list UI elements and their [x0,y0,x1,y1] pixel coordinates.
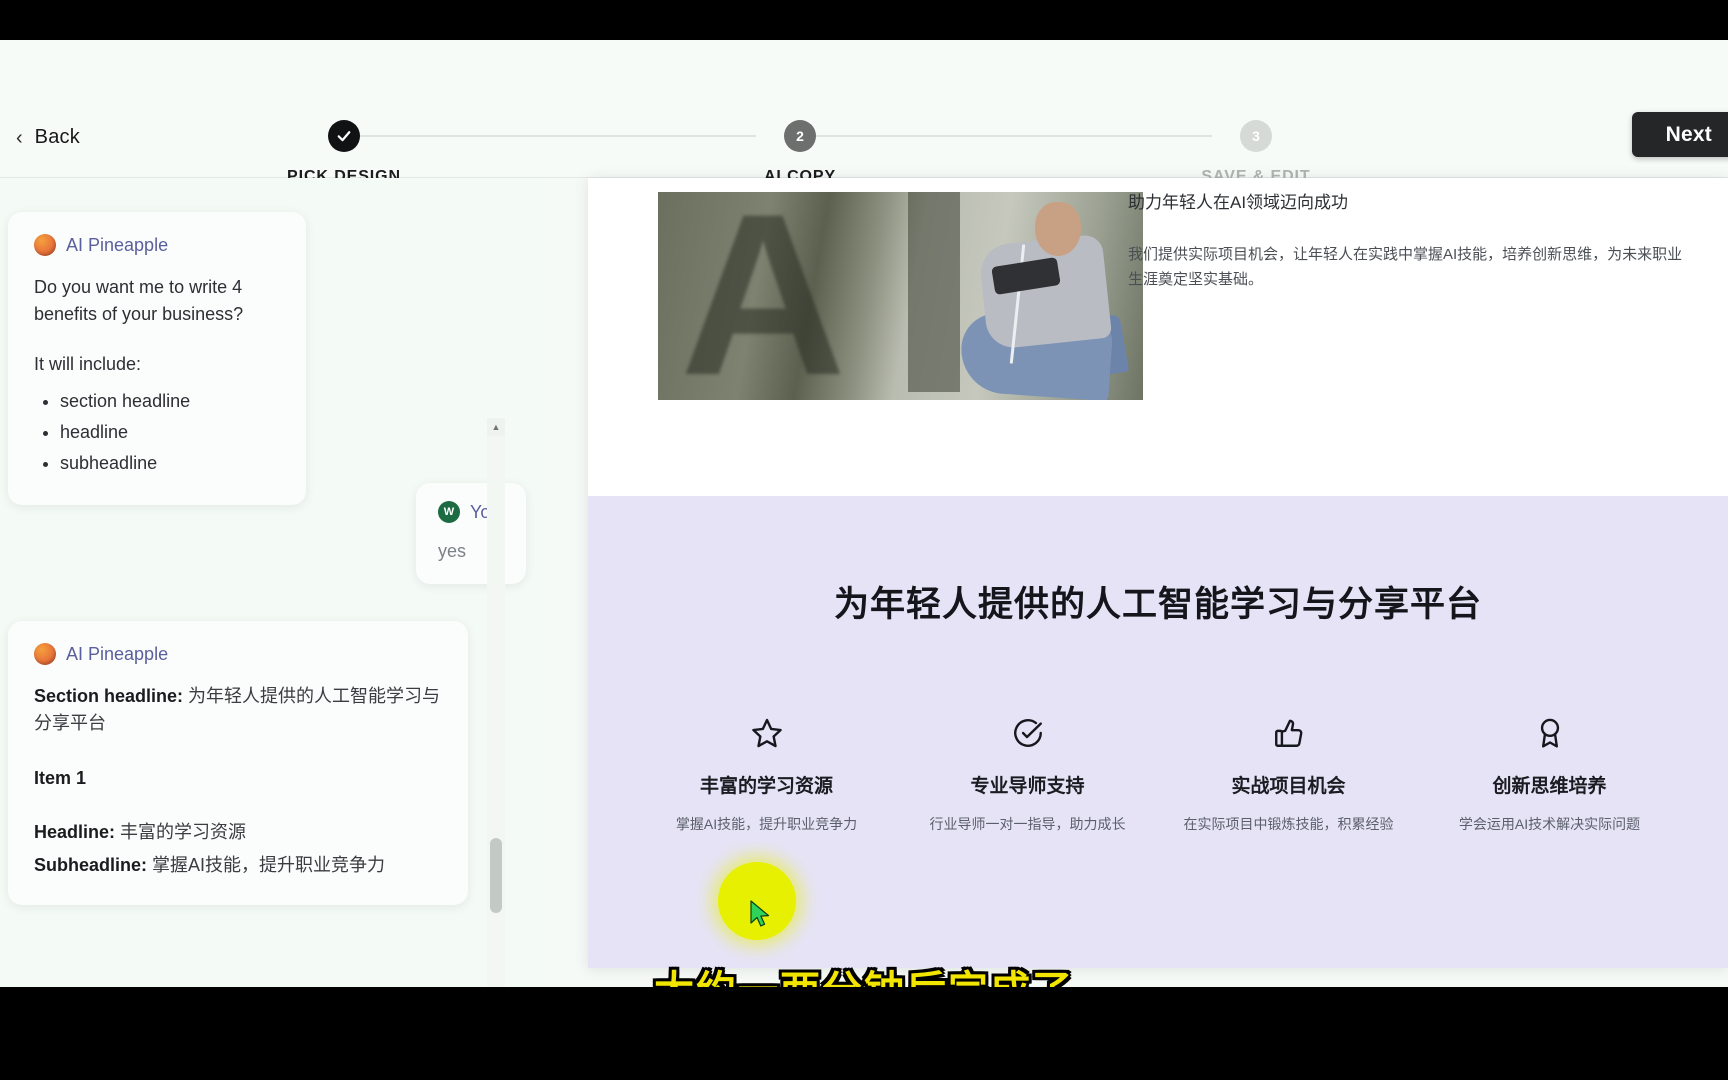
feature-headline: 实战项目机会 [1231,776,1346,797]
message-sender: AI Pineapple [34,643,442,665]
hero-copy: 助力年轻人在AI领域迈向成功 我们提供实际项目机会，让年轻人在实践中掌握AI技能… [1128,190,1688,293]
chat-panel: AI Pineapple Do you want me to write 4 b… [0,178,542,987]
chevron-left-icon: ‹ [16,126,23,149]
feature-item-4[interactable]: 创新思维培养 学会运用AI技术解决实际问题 [1431,711,1669,836]
item-1-label: Item 1 [34,767,87,788]
ai-question-text: Do you want me to write 4 benefits of yo… [34,277,244,324]
app-header: ‹ Back PICK DESIGN 2 AI COPY 3 SAVE & ED… [0,40,1728,185]
list-item: subheadline [60,448,280,479]
screen-root: ‹ Back PICK DESIGN 2 AI COPY 3 SAVE & ED… [0,0,1728,1080]
chat-message-ai-2: AI Pineapple Section headline: 为年轻人提供的人工… [8,621,468,906]
landing-page-preview[interactable]: A 助力年轻人在AI领域迈向成功 我们提供实际项目机会，让年轻人在实践中掌握AI… [588,178,1728,968]
headline-row: Headline: 丰富的学习资源 [34,819,442,846]
hero-paragraph: 我们提供实际项目机会，让年轻人在实践中掌握AI技能，培养创新思维，为未来职业生涯… [1128,245,1683,289]
ai-include-list: section headline headline subheadline [34,386,280,479]
chat-message-ai-1: AI Pineapple Do you want me to write 4 b… [8,212,306,505]
check-circle-icon [909,711,1147,755]
app-window: ‹ Back PICK DESIGN 2 AI COPY 3 SAVE & ED… [0,40,1728,987]
feature-subheadline: 在实际项目中锻炼技能，积累经验 [1183,816,1394,832]
hero-photo: A [658,192,1143,400]
back-button[interactable]: ‹ Back [16,126,80,149]
subheadline-label: Subheadline: [34,855,148,876]
ai-pineapple-avatar [34,643,56,665]
headline-value: 丰富的学习资源 [120,821,247,842]
headline-label: Headline: [34,821,116,842]
feature-headline: 创新思维培养 [1492,776,1607,797]
features-section-headline: 为年轻人提供的人工智能学习与分享平台 [833,585,1482,624]
next-button[interactable]: Next [1631,112,1728,157]
feature-headline: 专业导师支持 [970,776,1085,797]
ai-intro-text: It will include: [34,354,142,375]
feature-subheadline: 学会运用AI技术解决实际问题 [1458,816,1641,832]
scrollbar-thumb[interactable] [490,838,502,913]
chat-message-user: W You yes [416,483,526,584]
hero-headline: 助力年轻人在AI领域迈向成功 [1128,193,1349,212]
ai-sender-name: AI Pineapple [66,234,169,255]
body-wrapper: AI Pineapple Do you want me to write 4 b… [0,178,1728,987]
back-button-label: Back [34,126,80,148]
ai-pineapple-avatar [34,234,56,256]
thumbs-up-icon [1170,711,1408,755]
person-photo-subject [905,196,1130,400]
chat-scrollbar[interactable]: ▲ ▼ [487,418,505,987]
video-caption: 大约一两分钟后完成了 [0,958,1728,987]
step-pick-design[interactable]: PICK DESIGN [244,120,444,186]
person-head [1035,202,1081,256]
step-3-dot: 3 [1240,120,1272,152]
step-2-dot: 2 [784,120,816,152]
ai-sender-name: AI Pineapple [66,643,169,664]
user-avatar: W [438,501,460,523]
list-item: section headline [60,386,280,417]
star-icon [648,711,886,755]
feature-subheadline: 掌握AI技能，提升职业竞争力 [675,816,858,832]
message-sender: AI Pineapple [34,234,280,256]
feature-item-2[interactable]: 专业导师支持 行业导师一对一指导，助力成长 [909,711,1147,836]
feature-headline: 丰富的学习资源 [699,776,833,797]
feature-subheadline: 行业导师一对一指导，助力成长 [929,816,1126,832]
subheadline-row: Subheadline: 掌握AI技能，提升职业竞争力 [34,852,442,879]
step-1-dot [328,120,360,152]
check-icon [337,131,351,142]
scroll-up-arrow-icon[interactable]: ▲ [487,418,505,436]
mouse-cursor-icon [750,900,770,927]
features-row: 丰富的学习资源 掌握AI技能，提升职业竞争力 专业导师支持 行业导师一对一指导，… [588,711,1728,836]
step-ai-copy[interactable]: 2 AI COPY [700,120,900,186]
section-headline-row: Section headline: 为年轻人提供的人工智能学习与分享平台 [34,683,442,738]
feature-item-3[interactable]: 实战项目机会 在实际项目中锻炼技能，积累经验 [1170,711,1408,836]
subheadline-value: 掌握AI技能，提升职业竞争力 [152,855,386,876]
letterbox-top [0,0,1728,40]
feature-item-1[interactable]: 丰富的学习资源 掌握AI技能，提升职业竞争力 [648,711,886,836]
chat-scroll-area[interactable]: AI Pineapple Do you want me to write 4 b… [0,178,542,987]
preview-hero-section: A 助力年轻人在AI领域迈向成功 我们提供实际项目机会，让年轻人在实践中掌握AI… [588,178,1728,496]
decorative-letter-a: A [680,192,847,400]
section-headline-label: Section headline: [34,686,184,706]
letterbox-bottom [0,987,1728,1080]
list-item: headline [60,417,280,448]
step-save-edit[interactable]: 3 SAVE & EDIT [1156,120,1356,186]
award-icon [1431,711,1669,755]
